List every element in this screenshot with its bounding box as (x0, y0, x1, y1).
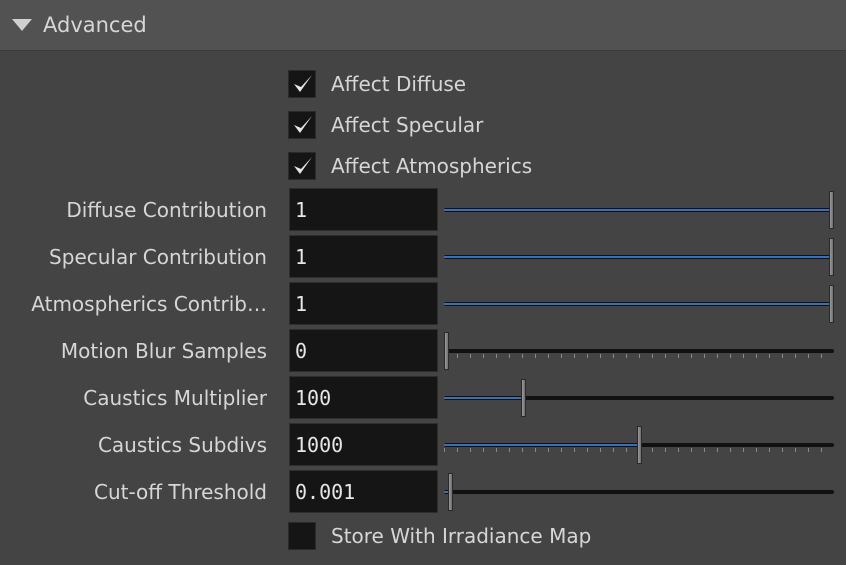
store-with-irradiance-map-checkbox[interactable] (288, 522, 316, 550)
param-row-cutoff-threshold: Cut-off Threshold 0.001 (0, 470, 846, 514)
advanced-panel: Advanced Affect Diffuse Affect Specular … (0, 0, 846, 565)
caustics-subdivs-field[interactable]: 1000 (289, 423, 438, 466)
field-value: 1 (295, 245, 308, 269)
slider-track (444, 490, 834, 494)
affect-specular-checkbox[interactable] (288, 111, 316, 139)
slider-handle[interactable] (444, 332, 449, 370)
cutoff-threshold-field[interactable]: 0.001 (289, 470, 438, 513)
specular-contribution-field[interactable]: 1 (289, 235, 438, 278)
field-value: 1000 (295, 433, 344, 457)
param-label: Caustics Subdivs (97, 433, 267, 457)
slider-fill (444, 303, 829, 305)
slider-ticks (444, 354, 834, 358)
slider-handle[interactable] (637, 426, 642, 464)
slider-fill (444, 397, 521, 399)
specular-contribution-slider[interactable] (444, 238, 834, 276)
section-header-advanced[interactable]: Advanced (0, 0, 846, 51)
param-label: Diffuse Contribution (66, 198, 267, 222)
param-label: Cut-off Threshold (93, 480, 267, 504)
atmospherics-contribution-field[interactable]: 1 (289, 282, 438, 325)
checkmark-icon (294, 157, 312, 174)
motion-blur-samples-field[interactable]: 0 (289, 329, 438, 372)
param-row-caustics-subdivs: Caustics Subdivs 1000 (0, 423, 846, 467)
motion-blur-samples-slider[interactable] (444, 332, 834, 370)
slider-handle[interactable] (448, 473, 453, 511)
caustics-multiplier-field[interactable]: 100 (289, 376, 438, 419)
store-with-irradiance-map-label: Store With Irradiance Map (331, 524, 592, 548)
diffuse-contribution-field[interactable]: 1 (289, 188, 438, 231)
param-label: Caustics Multiplier (83, 386, 267, 410)
slider-track (444, 349, 834, 353)
param-row-motion-blur-samples: Motion Blur Samples 0 (0, 329, 846, 373)
checkmark-icon (294, 116, 312, 133)
field-value: 1 (295, 198, 308, 222)
caustics-multiplier-slider[interactable] (444, 379, 834, 417)
affect-diffuse-checkbox[interactable] (288, 70, 316, 98)
cutoff-threshold-slider[interactable] (444, 473, 834, 511)
param-row-caustics-multiplier: Caustics Multiplier 100 (0, 376, 846, 420)
field-value: 1 (295, 292, 308, 316)
checkmark-icon (294, 75, 312, 92)
field-value: 0.001 (295, 480, 356, 504)
slider-handle[interactable] (829, 285, 834, 323)
slider-fill (444, 256, 829, 258)
slider-handle[interactable] (521, 379, 526, 417)
section-title: Advanced (43, 13, 147, 37)
param-label: Atmospherics Contrib… (31, 292, 267, 316)
slider-fill (444, 209, 829, 211)
caustics-subdivs-slider[interactable] (444, 426, 834, 464)
affect-atmospherics-label: Affect Atmospherics (331, 154, 533, 178)
slider-handle[interactable] (829, 238, 834, 276)
affect-atmospherics-checkbox[interactable] (288, 152, 316, 180)
affect-specular-label: Affect Specular (331, 113, 484, 137)
param-row-specular-contribution: Specular Contribution 1 (0, 235, 846, 279)
param-row-atmospherics-contribution: Atmospherics Contrib… 1 (0, 282, 846, 326)
atmospherics-contribution-slider[interactable] (444, 285, 834, 323)
field-value: 0 (295, 339, 308, 363)
param-label: Motion Blur Samples (60, 339, 267, 363)
diffuse-contribution-slider[interactable] (444, 191, 834, 229)
param-row-diffuse-contribution: Diffuse Contribution 1 (0, 188, 846, 232)
param-label: Specular Contribution (49, 245, 267, 269)
collapse-triangle-icon[interactable] (12, 19, 32, 31)
slider-fill (444, 444, 637, 446)
field-value: 100 (295, 386, 332, 410)
affect-diffuse-label: Affect Diffuse (331, 72, 467, 96)
slider-handle[interactable] (829, 191, 834, 229)
